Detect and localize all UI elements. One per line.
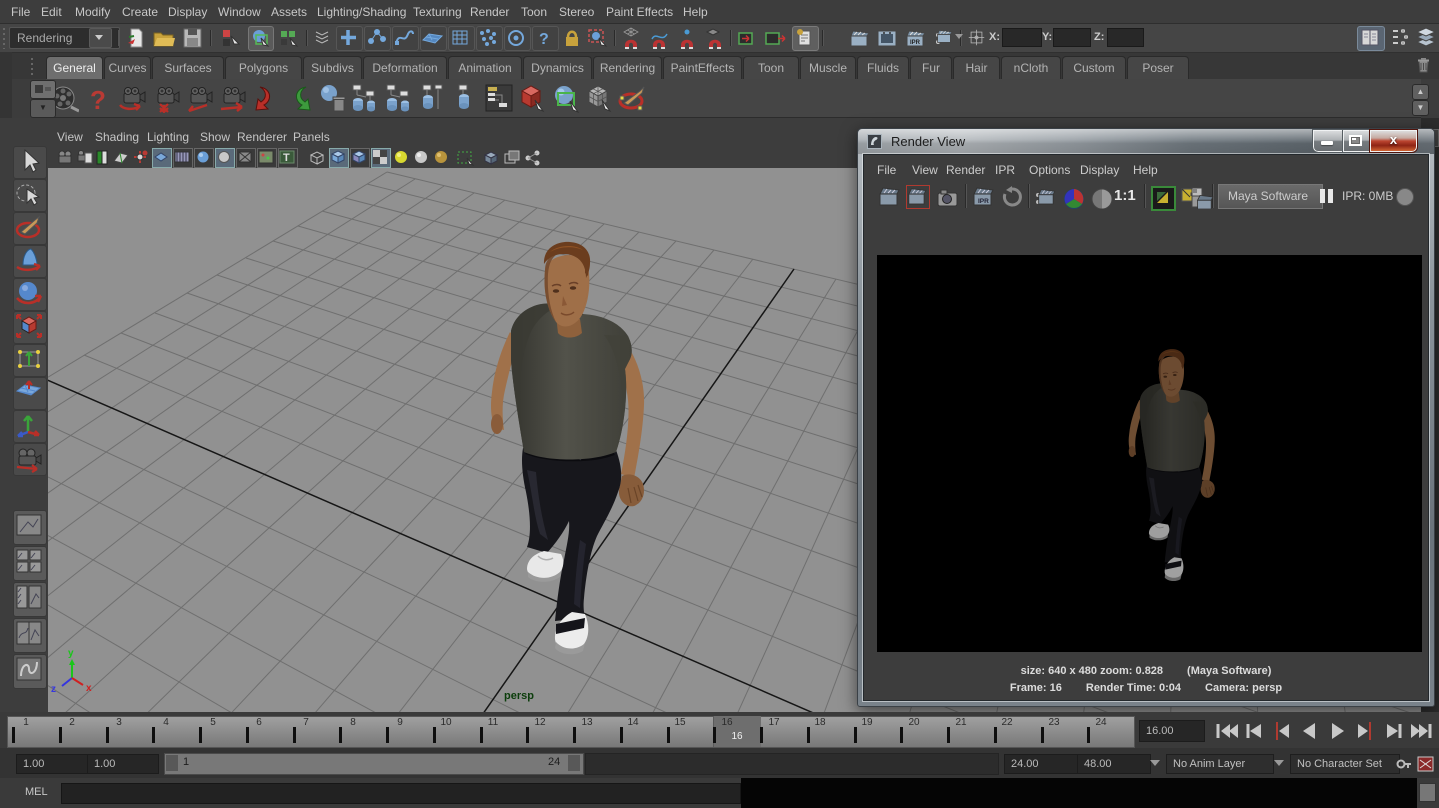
- svg-text:persp: persp: [504, 690, 534, 702]
- svg-text:T: T: [283, 152, 290, 164]
- svg-text:IPR: IPR: [978, 198, 989, 205]
- svg-text:y: y: [68, 648, 74, 659]
- svg-text:?: ?: [90, 85, 106, 113]
- svg-text:z: z: [51, 684, 56, 695]
- svg-text:x: x: [86, 683, 92, 694]
- svg-text:?: ?: [539, 31, 549, 48]
- svg-text:IPR: IPR: [910, 40, 921, 46]
